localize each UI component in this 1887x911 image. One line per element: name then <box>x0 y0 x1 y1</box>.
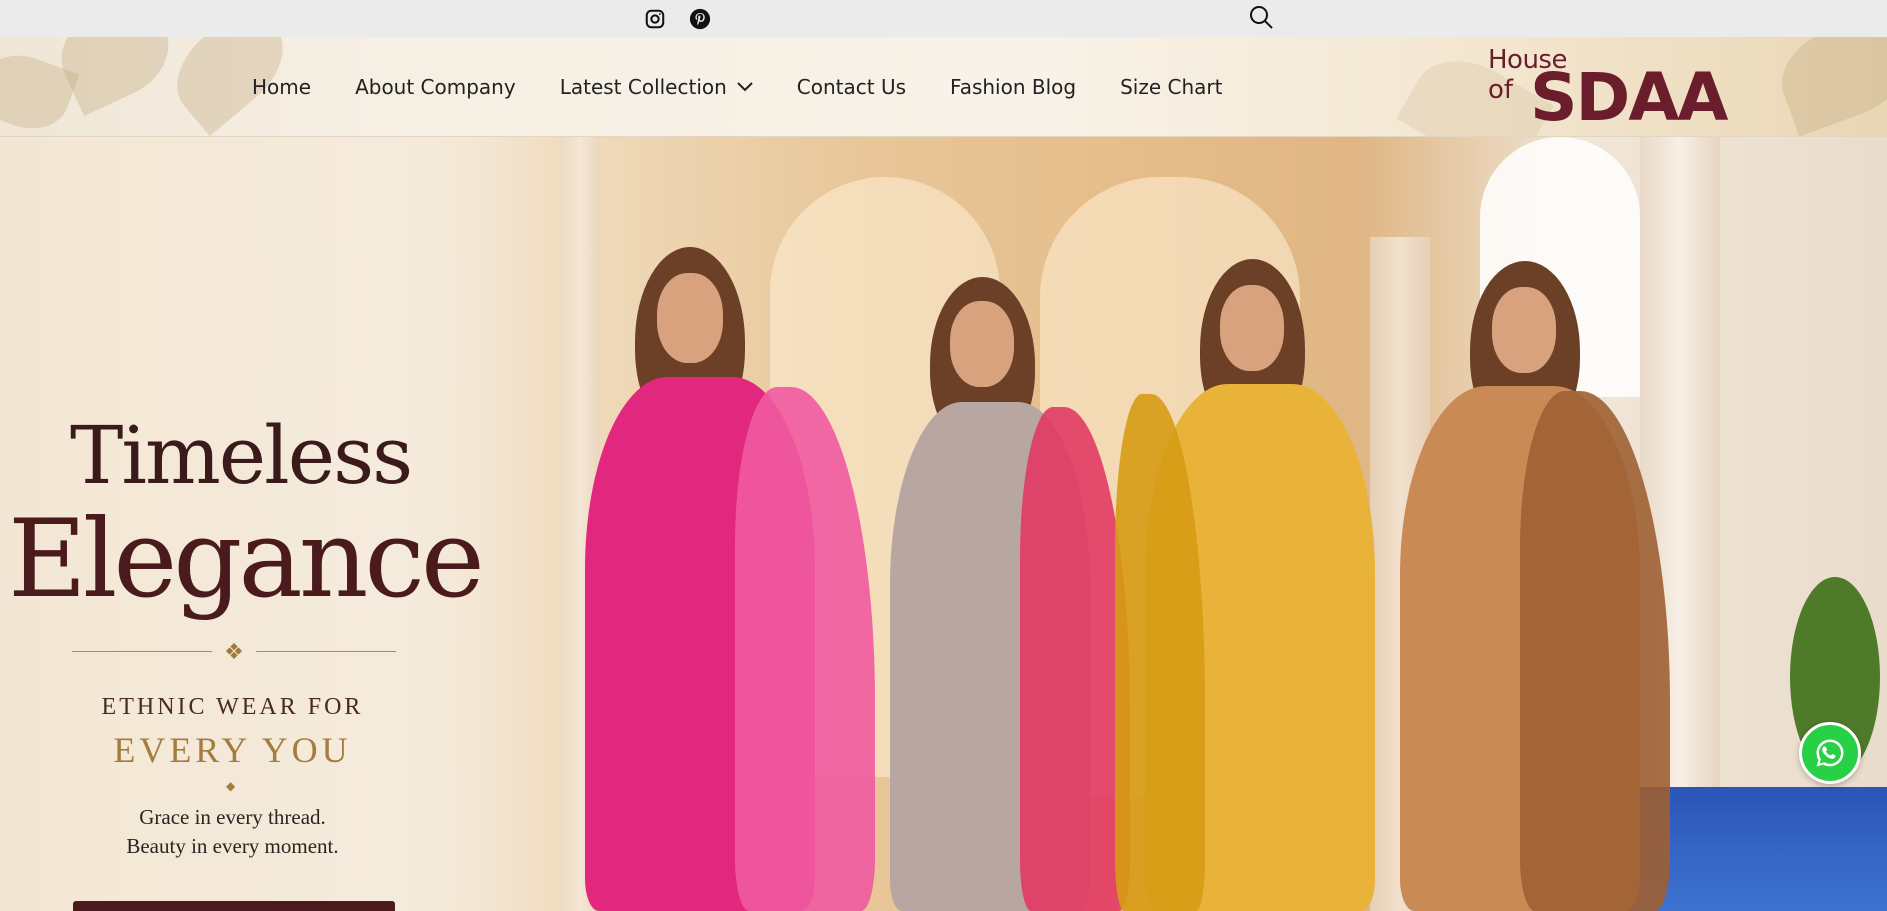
nav-item-about-company[interactable]: About Company <box>355 75 516 99</box>
model-yellow <box>1115 259 1415 911</box>
nav-item-home[interactable]: Home <box>252 75 311 99</box>
diamond-ornament-icon: ❖ <box>224 639 244 664</box>
small-diamond-icon: ◆ <box>226 779 236 793</box>
nav-label: Size Chart <box>1120 75 1223 99</box>
model-pink <box>585 247 885 911</box>
hero-subtitle-line2: EVERY YOU <box>113 730 352 770</box>
logo-brand-text: SDAA <box>1530 59 1728 136</box>
nav-item-contact-us[interactable]: Contact Us <box>797 75 906 99</box>
hero-cta-button[interactable] <box>73 901 395 911</box>
hero-subtitle-line1: ETHNIC WEAR FOR <box>101 694 364 720</box>
hero-tagline-line1: Grace in every thread. <box>139 805 326 829</box>
brand-logo[interactable]: House of SDAA <box>1486 45 1756 136</box>
nav-item-latest-collection[interactable]: Latest Collection <box>560 75 753 99</box>
nav-label: Contact Us <box>796 75 907 99</box>
logo-of-text: of <box>1488 75 1514 105</box>
search-icon[interactable] <box>1248 4 1274 30</box>
hero-title-line2: Elegance <box>8 497 485 622</box>
nav-item-size-chart[interactable]: Size Chart <box>1120 75 1222 99</box>
model-brown <box>1380 261 1680 911</box>
chevron-down-icon <box>737 82 753 92</box>
main-nav: Home About Company Latest Collection Con… <box>252 37 1266 136</box>
site-header: Home About Company Latest Collection Con… <box>0 37 1887 137</box>
top-bar <box>0 0 1887 37</box>
nav-label: About Company <box>355 75 516 99</box>
hero-tagline-line2: Beauty in every moment. <box>126 834 339 858</box>
whatsapp-icon[interactable] <box>1799 722 1861 784</box>
nav-label: Latest Collection <box>559 75 727 99</box>
hero-title-line1: Timeless <box>70 409 413 502</box>
model-grey <box>880 277 1140 911</box>
instagram-icon[interactable] <box>644 8 666 30</box>
nav-label: Fashion Blog <box>950 75 1077 99</box>
leaf-decoration <box>1768 37 1887 136</box>
ornament-divider: ❖ <box>72 640 396 664</box>
pinterest-icon[interactable] <box>689 8 711 30</box>
nav-label: Home <box>252 75 312 99</box>
nav-item-fashion-blog[interactable]: Fashion Blog <box>950 75 1076 99</box>
